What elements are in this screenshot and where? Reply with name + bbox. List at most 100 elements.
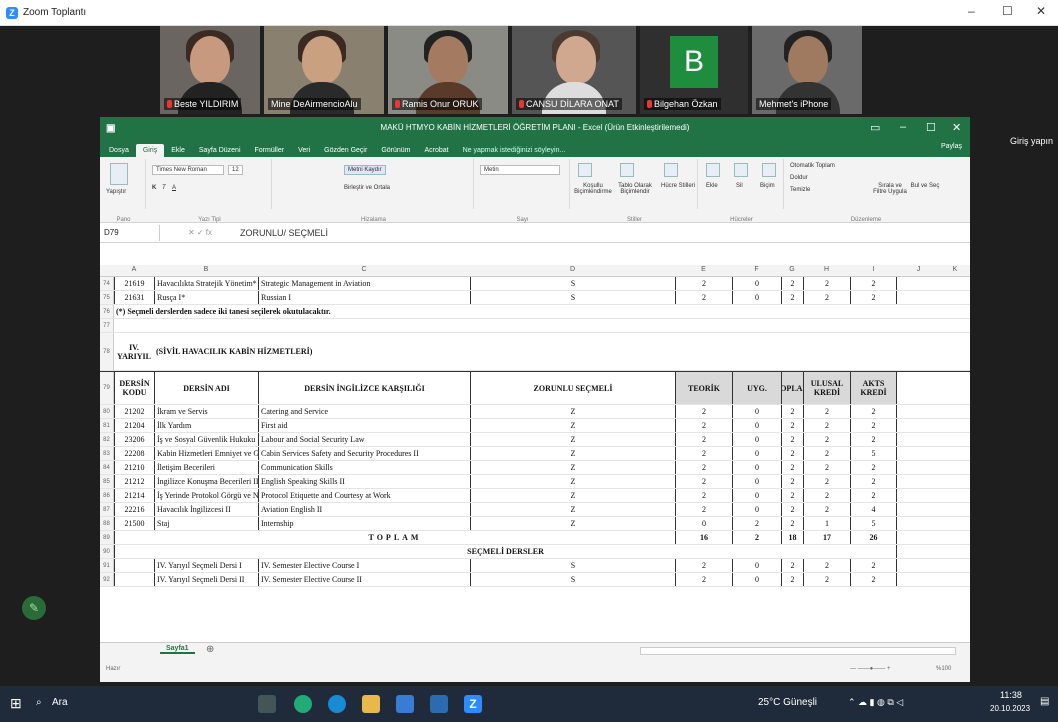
column-header[interactable]: F — [732, 266, 781, 273]
zoom-level[interactable]: %100 — [936, 666, 951, 672]
cell[interactable]: 2 — [781, 573, 803, 586]
paste-icon[interactable] — [110, 163, 128, 185]
cell[interactable]: DERSİN ADI — [154, 372, 258, 404]
tab-acrobat[interactable]: Acrobat — [418, 144, 456, 157]
participant-tile[interactable]: Mine DeAirmencioAlu — [264, 26, 384, 114]
cell[interactable]: 0 — [732, 291, 781, 304]
mail-icon[interactable] — [430, 695, 448, 713]
cell[interactable]: İngilizce Konuşma Becerileri II — [154, 475, 258, 488]
italic-button[interactable]: T — [162, 185, 166, 191]
chrome-icon[interactable] — [294, 695, 312, 713]
cell[interactable]: Havacılık İngilizcesi II — [154, 503, 258, 516]
cell[interactable]: İş ve Sosyal Güvenlik Hukuku — [154, 433, 258, 446]
tab-view[interactable]: Görünüm — [374, 144, 417, 157]
format-table-icon[interactable] — [620, 163, 634, 177]
cell[interactable]: 2 — [675, 573, 732, 586]
cell[interactable]: 18 — [781, 531, 803, 544]
tab-file[interactable]: Dosya — [102, 144, 136, 157]
cell[interactable]: 0 — [675, 517, 732, 530]
column-header[interactable]: C — [258, 266, 470, 273]
cell[interactable]: 2 — [803, 503, 850, 516]
cell[interactable]: 2 — [850, 433, 897, 446]
cell[interactable]: 2 — [675, 405, 732, 418]
excel-maximize-icon[interactable]: ☐ — [926, 121, 936, 134]
zoom-slider[interactable]: — ——●—— + — [850, 666, 890, 672]
cell[interactable]: 2 — [675, 559, 732, 572]
cell[interactable]: 4 — [850, 503, 897, 516]
cell[interactable]: 26 — [850, 531, 897, 544]
cell[interactable]: 22216 — [114, 503, 154, 516]
clock-time[interactable]: 11:38 — [1000, 690, 1022, 700]
cell[interactable]: 2 — [850, 461, 897, 474]
cell[interactable]: 1 — [803, 517, 850, 530]
row-number[interactable]: 84 — [100, 461, 114, 474]
cell[interactable]: Catering and Service — [258, 405, 470, 418]
tab-insert[interactable]: Ekle — [164, 144, 192, 157]
cell[interactable]: 2 — [803, 291, 850, 304]
fill-button[interactable]: Doldur — [790, 175, 808, 181]
cell[interactable]: Protocol Etiquette and Courtesy at Work — [258, 489, 470, 502]
cell[interactable]: 22208 — [114, 447, 154, 460]
cell[interactable]: (SİVİL HAVACILIK KABİN HİZMETLERİ) — [154, 333, 470, 370]
row-number[interactable]: 76 — [100, 305, 114, 318]
store-icon[interactable] — [396, 695, 414, 713]
cell[interactable]: IV. Yarıyıl Seçmeli Dersi I — [154, 559, 258, 572]
column-header[interactable]: B — [154, 266, 258, 273]
cell[interactable]: AKTS KREDİ — [850, 372, 897, 404]
cell[interactable]: 16 — [675, 531, 732, 544]
cell[interactable]: 2 — [781, 475, 803, 488]
cell[interactable]: 2 — [850, 489, 897, 502]
cell[interactable]: 2 — [781, 503, 803, 516]
cell[interactable]: 2 — [781, 405, 803, 418]
cell[interactable]: Z — [470, 433, 675, 446]
cell[interactable]: 0 — [732, 489, 781, 502]
conditional-format-button[interactable]: Koşullu Biçimlendirme — [572, 183, 614, 195]
cell[interactable]: Staj — [154, 517, 258, 530]
cell[interactable] — [114, 559, 154, 572]
cell[interactable]: Kabin Hizmetleri Emniyet ve Güvenlik Pro… — [154, 447, 258, 460]
fx-icon[interactable]: ✕ ✓ fx — [160, 228, 240, 237]
excel-close-icon[interactable]: ✕ — [952, 121, 961, 134]
column-header[interactable]: D — [470, 266, 675, 273]
cell[interactable]: ULUSAL KREDİ — [803, 372, 850, 404]
cell[interactable]: Z — [470, 405, 675, 418]
cell[interactable]: 2 — [850, 559, 897, 572]
font-size-select[interactable]: 12 — [228, 165, 243, 175]
cell[interactable]: 2 — [675, 461, 732, 474]
cell[interactable]: İlk Yardım — [154, 419, 258, 432]
add-sheet-icon[interactable]: ⊕ — [206, 644, 214, 655]
cell[interactable]: 2 — [732, 531, 781, 544]
cell[interactable]: 2 — [781, 517, 803, 530]
row-number[interactable]: 78 — [100, 333, 114, 370]
cell[interactable]: 2 — [781, 419, 803, 432]
number-format-select[interactable]: Metin — [480, 165, 560, 175]
cell[interactable]: Z — [470, 489, 675, 502]
participant-tile[interactable]: CANSU DİLARA ONAT — [512, 26, 636, 114]
cell[interactable]: İletişim Becerileri — [154, 461, 258, 474]
cell[interactable]: TOPLAM — [781, 372, 803, 404]
cell[interactable]: 2 — [850, 405, 897, 418]
cell[interactable]: English Speaking Skills II — [258, 475, 470, 488]
cell[interactable]: 21631 — [114, 291, 154, 304]
cell[interactable]: UYG. — [732, 372, 781, 404]
row-number[interactable]: 86 — [100, 489, 114, 502]
participant-tile[interactable]: Mehmet's iPhone — [752, 26, 862, 114]
cell[interactable]: Z — [470, 461, 675, 474]
cell[interactable]: Z — [470, 447, 675, 460]
cell[interactable]: 2 — [675, 475, 732, 488]
delete-button[interactable]: Sil — [736, 183, 743, 189]
cell[interactable]: 23206 — [114, 433, 154, 446]
row-number[interactable]: 74 — [100, 277, 114, 290]
clock-date[interactable]: 20.10.2023 — [990, 704, 1030, 713]
row-number[interactable]: 89 — [100, 531, 114, 544]
cell[interactable]: Z — [470, 475, 675, 488]
column-header[interactable]: A — [114, 266, 154, 273]
cell[interactable]: DERSİN İNGİLİZCE KARŞILIĞI — [258, 372, 470, 404]
cell[interactable]: 0 — [732, 405, 781, 418]
cell[interactable]: 2 — [781, 461, 803, 474]
task-view-icon[interactable] — [258, 695, 276, 713]
find-select-button[interactable]: Bul ve Seç — [910, 183, 940, 189]
zoom-app-icon[interactable]: Z — [464, 695, 482, 713]
cell[interactable]: 2 — [803, 277, 850, 290]
cell[interactable]: 2 — [675, 489, 732, 502]
